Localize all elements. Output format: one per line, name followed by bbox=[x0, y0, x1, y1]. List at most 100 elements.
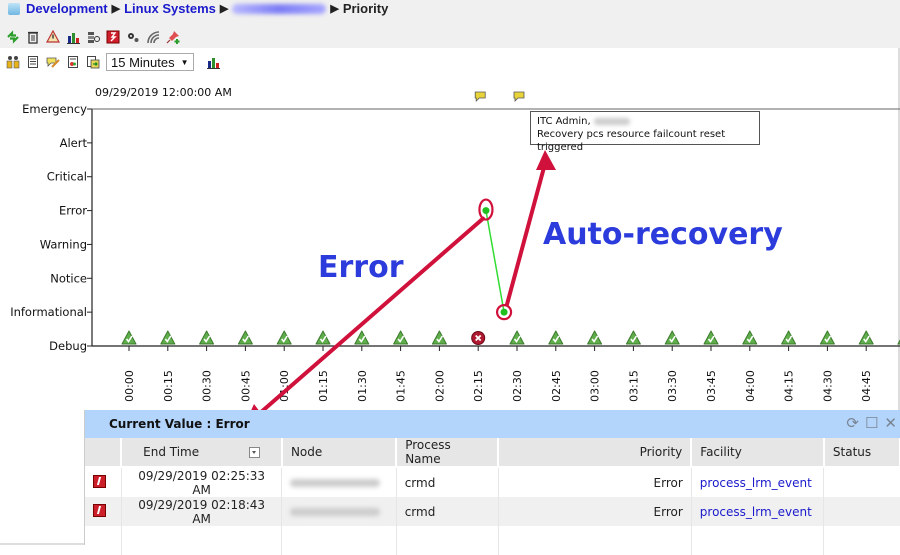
breadcrumb-linux-systems[interactable]: Linux Systems bbox=[124, 1, 216, 16]
breadcrumb-separator: ▶ bbox=[219, 3, 229, 15]
edit-note-icon[interactable] bbox=[46, 55, 60, 69]
x-tick-label: 00:15 bbox=[162, 370, 175, 402]
ok-status-icon bbox=[858, 330, 874, 345]
filter-icon[interactable] bbox=[86, 30, 100, 44]
priority-cell: Error bbox=[498, 497, 692, 526]
y-tick-label: Error bbox=[59, 204, 87, 218]
table-row[interactable]: 09/29/2019 02:18:43 AM crmd Error proces… bbox=[85, 497, 900, 526]
x-axis: 00:00 00:15 00:30 00:45 01:00 01:15 01:30 01:45… bbox=[92, 345, 900, 402]
process-cell: crmd bbox=[396, 467, 499, 497]
breadcrumb-current: Priority bbox=[342, 1, 389, 16]
breadcrumb-development[interactable]: Development bbox=[26, 1, 108, 16]
col-facility[interactable]: Facility bbox=[691, 438, 825, 468]
refresh-icon[interactable]: ⟳ bbox=[846, 415, 859, 431]
bar-chart-icon[interactable] bbox=[66, 30, 80, 44]
chevron-down-icon: ▼ bbox=[180, 57, 189, 67]
export-icon[interactable] bbox=[86, 55, 100, 69]
event-flag-icon bbox=[93, 503, 106, 517]
priority-chart: 09/29/2019 12:00:00 AM Debug Informationa… bbox=[10, 86, 900, 410]
x-tick-label: 02:45 bbox=[550, 370, 563, 402]
x-tick-label: 00:00 bbox=[123, 370, 136, 402]
breadcrumb-separator: ▶ bbox=[330, 3, 339, 15]
x-tick-label: 03:00 bbox=[589, 370, 602, 402]
close-icon[interactable]: ✕ bbox=[884, 415, 897, 431]
process-cell: crmd bbox=[396, 497, 499, 526]
priority-series bbox=[482, 207, 508, 316]
breadcrumb-host-redacted[interactable] bbox=[232, 3, 327, 14]
table-row[interactable]: 09/29/2019 02:25:33 AM crmd Error proces… bbox=[85, 467, 900, 497]
col-process-name[interactable]: Process Name bbox=[396, 438, 500, 468]
end-time-cell: 09/29/2019 02:18:43 AM bbox=[121, 497, 283, 526]
recovery-callout-label: Auto-recovery bbox=[543, 217, 783, 252]
event-flag-icon[interactable] bbox=[106, 30, 120, 44]
folder-icon bbox=[8, 2, 20, 15]
pin-add-icon[interactable] bbox=[166, 30, 180, 44]
y-tick-label: Debug bbox=[49, 339, 87, 353]
ok-status-icon bbox=[509, 330, 525, 345]
y-tick-label: Critical bbox=[47, 170, 87, 184]
note-bubble bbox=[513, 91, 525, 102]
error-status-icon bbox=[471, 331, 486, 345]
ok-status-icon bbox=[664, 330, 680, 345]
x-tick-label: 04:30 bbox=[821, 370, 834, 402]
x-tick-label: 00:30 bbox=[201, 370, 214, 402]
report-icon[interactable] bbox=[66, 55, 80, 69]
node-cell bbox=[281, 467, 397, 497]
group-icon[interactable] bbox=[6, 55, 20, 69]
row-icon-cell bbox=[85, 467, 122, 497]
breadcrumb-separator: ▶ bbox=[111, 3, 121, 15]
priority-cell: Error bbox=[498, 467, 692, 497]
recovery-arrow bbox=[505, 158, 548, 307]
ok-status-icon bbox=[742, 330, 758, 345]
facility-link[interactable]: process_lrm_event bbox=[691, 467, 825, 497]
ok-status-icon bbox=[781, 330, 797, 345]
signal-icon[interactable] bbox=[146, 30, 160, 44]
status-cell bbox=[823, 467, 900, 497]
refresh-icon[interactable] bbox=[6, 30, 20, 44]
settings-gears-icon[interactable] bbox=[126, 30, 140, 44]
ok-status-icon bbox=[160, 330, 176, 345]
sort-dropdown-icon[interactable] bbox=[249, 447, 261, 458]
node-cell bbox=[281, 497, 397, 526]
chart-title: 09/29/2019 12:00:00 AM bbox=[95, 86, 232, 99]
tooltip-author: ITC Admin, bbox=[537, 116, 591, 127]
bar-chart-icon[interactable] bbox=[206, 55, 220, 69]
document-icon[interactable] bbox=[26, 55, 40, 69]
x-tick-label: 02:00 bbox=[433, 370, 446, 402]
x-tick-label: 00:45 bbox=[239, 370, 252, 402]
annotation-note-icon bbox=[513, 91, 525, 102]
col-node[interactable]: Node bbox=[281, 438, 398, 468]
tooltip-message: Recovery pcs resource failcount reset tr… bbox=[537, 129, 726, 153]
ok-status-icon bbox=[354, 330, 370, 345]
col-status[interactable]: Status bbox=[823, 438, 900, 468]
error-callout-label: Error bbox=[318, 250, 404, 285]
col-priority[interactable]: Priority bbox=[498, 438, 693, 468]
ok-status-icon bbox=[548, 330, 564, 345]
y-tick-label: Alert bbox=[60, 136, 88, 150]
end-time-cell: 09/29/2019 02:25:33 AM bbox=[121, 467, 283, 497]
time-range-select[interactable]: 15 Minutes ▼ bbox=[106, 53, 194, 71]
breadcrumb: Development ▶ Linux Systems ▶ ▶ Priority bbox=[8, 1, 388, 16]
row-icon-cell bbox=[85, 497, 122, 526]
x-tick-label: 03:15 bbox=[627, 370, 640, 402]
status-markers bbox=[121, 330, 900, 345]
ok-status-icon bbox=[121, 330, 137, 345]
status-cell bbox=[823, 497, 900, 526]
x-tick-label: 04:15 bbox=[783, 370, 796, 402]
ok-status-icon bbox=[393, 330, 409, 345]
x-tick-label: 02:15 bbox=[472, 370, 485, 402]
alert-config-icon[interactable] bbox=[45, 29, 61, 44]
node-redacted bbox=[290, 507, 381, 516]
data-point bbox=[482, 207, 490, 215]
maximize-icon[interactable]: ☐ bbox=[865, 415, 878, 431]
y-tick-label: Warning bbox=[40, 237, 87, 251]
ok-status-icon bbox=[587, 330, 603, 345]
col-end-time[interactable]: End Time bbox=[121, 438, 283, 468]
annotation-tooltip: ITC Admin, Recovery pcs resource failcou… bbox=[530, 111, 760, 153]
panel-controls: ⟳ ☐ ✕ bbox=[846, 415, 897, 431]
trash-icon[interactable] bbox=[26, 30, 40, 44]
x-tick-label: 04:45 bbox=[860, 370, 873, 402]
current-value-panel: Current Value : Error ⟳ ☐ ✕ End Time Nod… bbox=[84, 410, 900, 555]
time-range-value: 15 Minutes bbox=[111, 54, 175, 70]
facility-link[interactable]: process_lrm_event bbox=[691, 497, 825, 526]
